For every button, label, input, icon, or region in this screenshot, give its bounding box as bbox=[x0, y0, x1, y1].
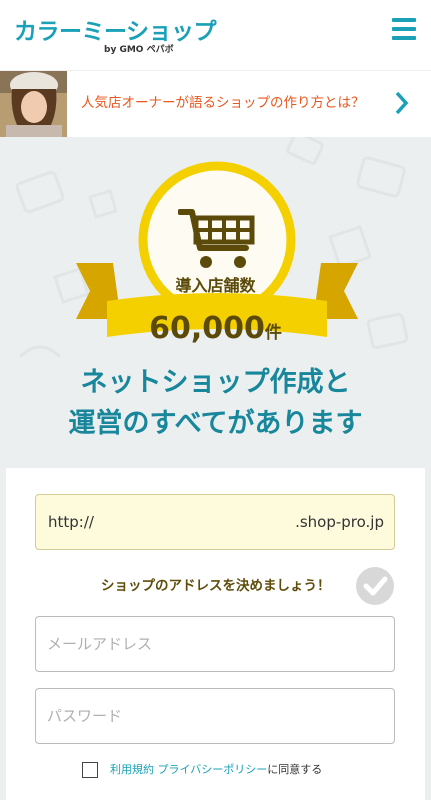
banner-text[interactable]: 人気店オーナーが語るショップの作り方とは？ bbox=[81, 91, 365, 111]
shop-url-field[interactable]: http:// .shop-pro.jp bbox=[35, 494, 395, 550]
terms-suffix: に同意する bbox=[267, 763, 323, 776]
terms-checkbox[interactable] bbox=[82, 762, 98, 778]
password-field[interactable] bbox=[35, 688, 395, 744]
badge-label: 導入店舗数 bbox=[175, 276, 256, 295]
privacy-policy-link[interactable]: プライバシーポリシー bbox=[158, 763, 268, 776]
site-logo[interactable]: カラーミーショップ bbox=[14, 12, 217, 46]
address-note: ショップのアドレスを決めましょう！ bbox=[101, 578, 331, 594]
logo-byline: by GMO ペパボ bbox=[104, 45, 174, 55]
signup-form: http:// .shop-pro.jp ショップのアドレスを決めましょう！ 利… bbox=[6, 468, 425, 800]
avatar bbox=[0, 71, 67, 138]
hero-tagline: ネットショップ作成と 運営のすべてがあります bbox=[0, 362, 431, 444]
chevron-right-icon[interactable] bbox=[394, 89, 410, 121]
shop-url-input[interactable] bbox=[104, 505, 274, 539]
tagline-line-2: 運営のすべてがあります bbox=[68, 408, 363, 439]
email-field[interactable] bbox=[35, 616, 395, 672]
store-count-number: 60,000 bbox=[149, 311, 265, 346]
owner-story-banner[interactable]: 人気店オーナーが語るショップの作り方とは？ bbox=[0, 70, 431, 138]
store-count-unit: 件 bbox=[264, 323, 282, 343]
tagline-line-1: ネットショップ作成と bbox=[80, 367, 351, 398]
site-header: カラーミーショップ by GMO ペパボ bbox=[0, 0, 431, 70]
url-prefix: http:// bbox=[48, 513, 94, 531]
check-icon bbox=[356, 567, 394, 605]
hamburger-menu-icon[interactable] bbox=[392, 18, 416, 40]
store-count: 60,000件 bbox=[0, 311, 431, 346]
cart-icon bbox=[177, 206, 258, 276]
terms-agreement: 利用規約 プライバシーポリシーに同意する bbox=[82, 761, 322, 778]
url-suffix: .shop-pro.jp bbox=[295, 513, 384, 531]
terms-link[interactable]: 利用規約 bbox=[110, 763, 154, 776]
